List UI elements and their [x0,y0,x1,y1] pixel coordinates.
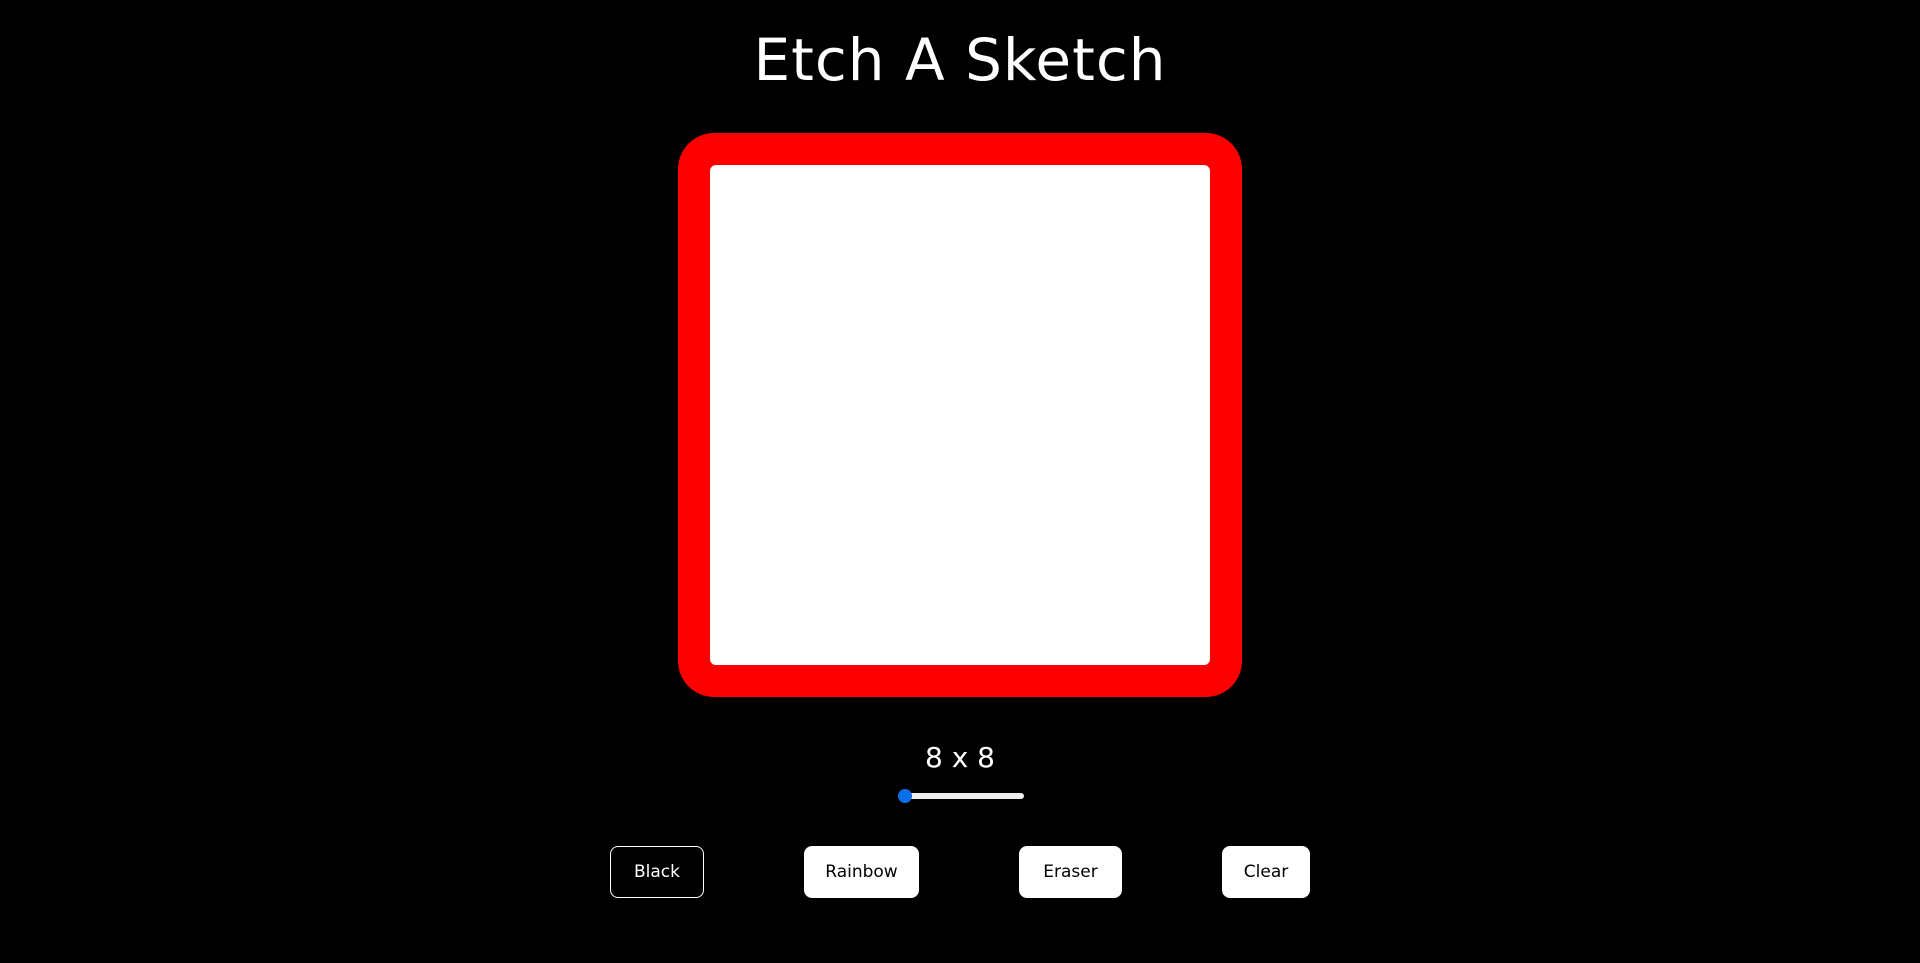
rainbow-button[interactable]: Rainbow [804,846,919,898]
grid-size-slider[interactable] [898,789,1024,803]
clear-button[interactable]: Clear [1222,846,1310,898]
eraser-button[interactable]: Eraser [1019,846,1122,898]
black-button[interactable]: Black [610,846,704,898]
slider-track [898,793,1024,799]
sketch-frame [678,133,1242,697]
page-title: Etch A Sketch [753,26,1167,94]
slider-thumb[interactable] [898,789,912,803]
grid-size-label: 8 x 8 [925,741,995,774]
drawing-canvas[interactable] [710,165,1210,665]
